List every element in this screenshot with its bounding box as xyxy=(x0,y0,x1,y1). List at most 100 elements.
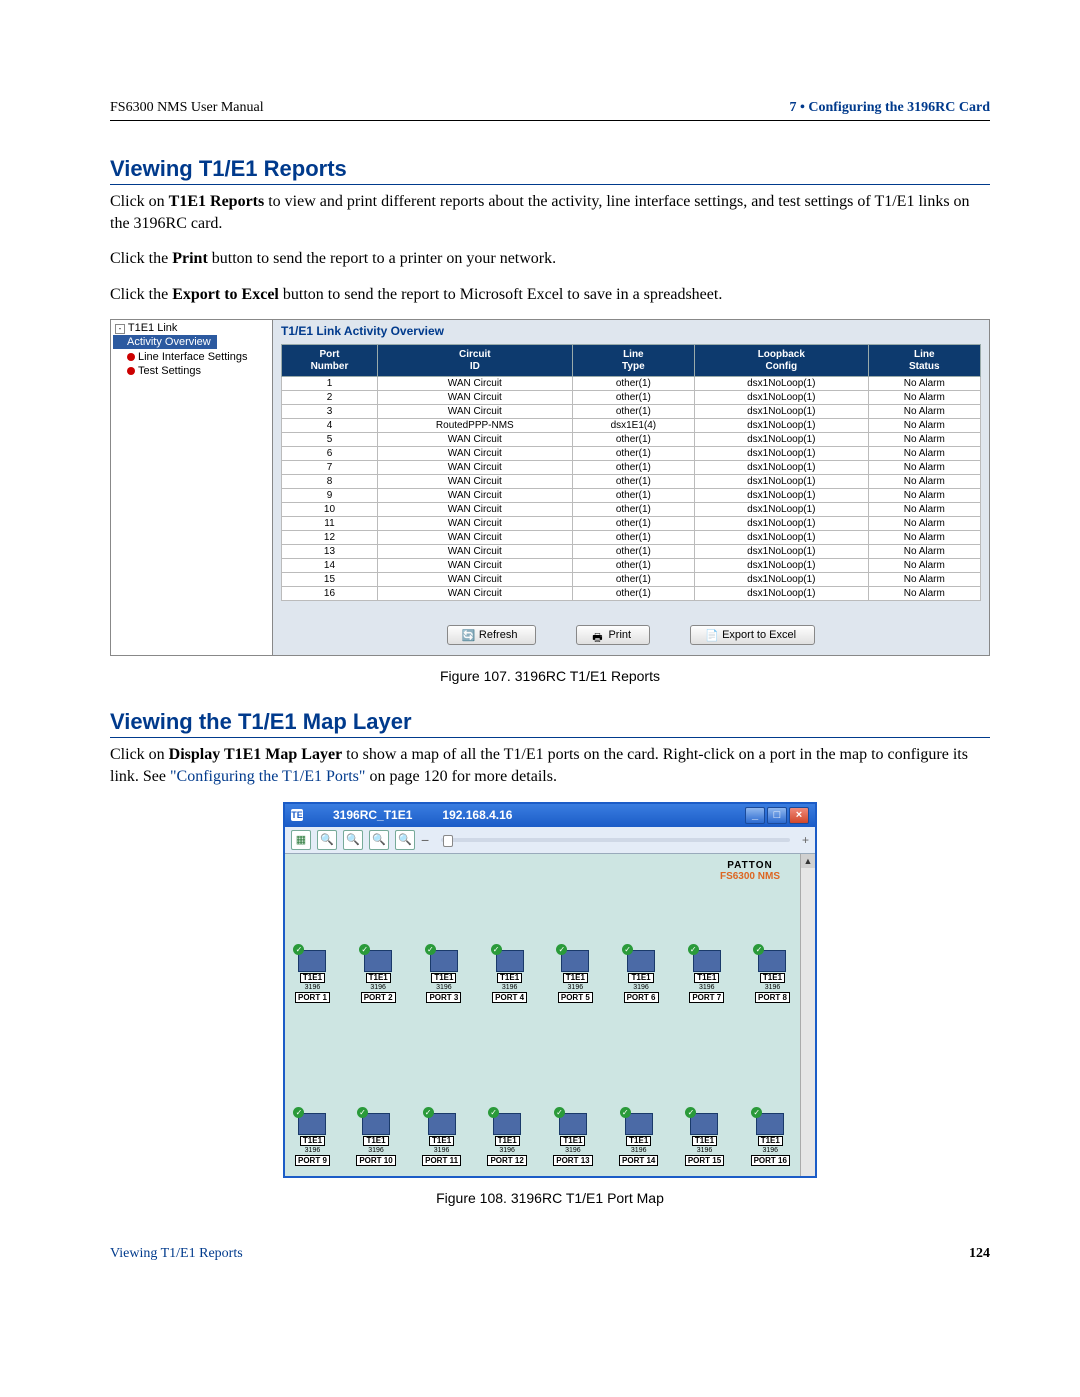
col-loopback: LoopbackConfig xyxy=(695,345,869,377)
para-map: Click on Display T1E1 Map Layer to show … xyxy=(110,744,990,787)
port-port-9[interactable]: ✓T1E13196PORT 9 xyxy=(295,1113,330,1166)
excel-icon: 📄 xyxy=(705,629,717,641)
port-port-3[interactable]: ✓T1E13196PORT 3 xyxy=(426,950,461,1003)
page-footer: Viewing T1/E1 Reports 124 xyxy=(110,1246,990,1262)
table-row[interactable]: 16WAN Circuitother(1)dsx1NoLoop(1)No Ala… xyxy=(282,587,981,601)
table-row[interactable]: 11WAN Circuitother(1)dsx1NoLoop(1)No Ala… xyxy=(282,517,981,531)
table-row[interactable]: 3WAN Circuitother(1)dsx1NoLoop(1)No Alar… xyxy=(282,405,981,419)
minimize-button[interactable]: _ xyxy=(745,807,765,824)
scroll-up-icon[interactable]: ▲ xyxy=(801,854,815,868)
link-configuring-ports[interactable]: "Configuring the T1/E1 Ports" xyxy=(170,768,365,785)
tree-item-activity[interactable]: Activity Overview xyxy=(113,334,270,350)
port-port-6[interactable]: ✓T1E13196PORT 6 xyxy=(624,950,659,1003)
port-t1e1-label: T1E1 xyxy=(497,973,522,983)
port-port-13[interactable]: ✓T1E13196PORT 13 xyxy=(553,1113,592,1166)
port-icon: ✓ xyxy=(693,950,721,972)
port-sub-label: 3196 xyxy=(502,984,518,991)
zoom-slider[interactable] xyxy=(441,838,790,842)
port-port-12[interactable]: ✓T1E13196PORT 12 xyxy=(487,1113,526,1166)
map-canvas: PATTON FS6300 NMS ✓T1E13196PORT 1✓T1E131… xyxy=(285,854,800,1176)
port-number-label: PORT 16 xyxy=(751,1155,790,1166)
cell-loop: dsx1NoLoop(1) xyxy=(695,503,869,517)
table-row[interactable]: 14WAN Circuitother(1)dsx1NoLoop(1)No Ala… xyxy=(282,559,981,573)
page-header: FS6300 NMS User Manual 7 • Configuring t… xyxy=(110,100,990,121)
zoom-thumb[interactable] xyxy=(443,835,453,847)
table-row[interactable]: 7WAN Circuitother(1)dsx1NoLoop(1)No Alar… xyxy=(282,461,981,475)
port-port-10[interactable]: ✓T1E13196PORT 10 xyxy=(356,1113,395,1166)
tree-item-line-interface[interactable]: Line Interface Settings xyxy=(113,350,270,364)
cell-port: 1 xyxy=(282,377,378,391)
port-port-14[interactable]: ✓T1E13196PORT 14 xyxy=(619,1113,658,1166)
cell-port: 16 xyxy=(282,587,378,601)
zoom-out-icon[interactable]: 🔍 xyxy=(343,830,363,850)
cell-status: No Alarm xyxy=(868,573,980,587)
zoom-fit-icon[interactable]: 🔍 xyxy=(395,830,415,850)
cell-status: No Alarm xyxy=(868,545,980,559)
table-row[interactable]: 1WAN Circuitother(1)dsx1NoLoop(1)No Alar… xyxy=(282,377,981,391)
table-row[interactable]: 8WAN Circuitother(1)dsx1NoLoop(1)No Alar… xyxy=(282,475,981,489)
tree-root[interactable]: - T1E1 Link xyxy=(113,322,270,334)
cell-loop: dsx1NoLoop(1) xyxy=(695,405,869,419)
table-row[interactable]: 15WAN Circuitother(1)dsx1NoLoop(1)No Ala… xyxy=(282,573,981,587)
col-port: PortNumber xyxy=(282,345,378,377)
cell-loop: dsx1NoLoop(1) xyxy=(695,419,869,433)
port-port-1[interactable]: ✓T1E13196PORT 1 xyxy=(295,950,330,1003)
port-number-label: PORT 15 xyxy=(685,1155,724,1166)
port-sub-label: 3196 xyxy=(633,984,649,991)
cell-loop: dsx1NoLoop(1) xyxy=(695,573,869,587)
cell-port: 7 xyxy=(282,461,378,475)
tool-icon-1[interactable]: ▦ xyxy=(291,830,311,850)
cell-line: other(1) xyxy=(572,531,694,545)
cell-status: No Alarm xyxy=(868,391,980,405)
table-row[interactable]: 10WAN Circuitother(1)dsx1NoLoop(1)No Ala… xyxy=(282,503,981,517)
report-main: T1/E1 Link Activity Overview PortNumber … xyxy=(273,320,989,655)
print-button[interactable]: 🖶Print xyxy=(576,625,650,645)
report-tree: - T1E1 Link Activity Overview Line Inter… xyxy=(111,320,273,655)
refresh-button[interactable]: 🔄Refresh xyxy=(447,625,537,645)
cell-status: No Alarm xyxy=(868,489,980,503)
zoom-in-icon[interactable]: 🔍 xyxy=(317,830,337,850)
cell-line: other(1) xyxy=(572,475,694,489)
vertical-scrollbar[interactable]: ▲ xyxy=(800,854,815,1176)
port-port-2[interactable]: ✓T1E13196PORT 2 xyxy=(361,950,396,1003)
collapse-icon[interactable]: - xyxy=(115,324,125,334)
cell-port: 3 xyxy=(282,405,378,419)
table-row[interactable]: 5WAN Circuitother(1)dsx1NoLoop(1)No Alar… xyxy=(282,433,981,447)
port-port-15[interactable]: ✓T1E13196PORT 15 xyxy=(685,1113,724,1166)
cell-line: other(1) xyxy=(572,447,694,461)
print-icon: 🖶 xyxy=(591,629,603,641)
cell-status: No Alarm xyxy=(868,587,980,601)
table-row[interactable]: 4RoutedPPP-NMSdsx1E1(4)dsx1NoLoop(1)No A… xyxy=(282,419,981,433)
close-button[interactable]: × xyxy=(789,807,809,824)
port-number-label: PORT 9 xyxy=(295,1155,330,1166)
port-port-7[interactable]: ✓T1E13196PORT 7 xyxy=(689,950,724,1003)
tree-item-test-settings[interactable]: Test Settings xyxy=(113,364,270,378)
cell-status: No Alarm xyxy=(868,517,980,531)
port-port-11[interactable]: ✓T1E13196PORT 11 xyxy=(422,1113,461,1166)
header-left: FS6300 NMS User Manual xyxy=(110,100,264,116)
bullet-icon xyxy=(127,353,135,361)
table-row[interactable]: 12WAN Circuitother(1)dsx1NoLoop(1)No Ala… xyxy=(282,531,981,545)
table-row[interactable]: 9WAN Circuitother(1)dsx1NoLoop(1)No Alar… xyxy=(282,489,981,503)
table-row[interactable]: 2WAN Circuitother(1)dsx1NoLoop(1)No Alar… xyxy=(282,391,981,405)
status-ok-icon: ✓ xyxy=(491,944,502,955)
para-1: Click on T1E1 Reports to view and print … xyxy=(110,191,990,234)
table-row[interactable]: 6WAN Circuitother(1)dsx1NoLoop(1)No Alar… xyxy=(282,447,981,461)
table-row[interactable]: 13WAN Circuitother(1)dsx1NoLoop(1)No Ala… xyxy=(282,545,981,559)
zoom-reset-icon[interactable]: 🔍 xyxy=(369,830,389,850)
port-sub-label: 3196 xyxy=(697,1147,713,1154)
port-number-label: PORT 14 xyxy=(619,1155,658,1166)
port-port-16[interactable]: ✓T1E13196PORT 16 xyxy=(751,1113,790,1166)
port-t1e1-label: T1E1 xyxy=(431,973,456,983)
export-button[interactable]: 📄Export to Excel xyxy=(690,625,815,645)
cell-port: 10 xyxy=(282,503,378,517)
port-port-4[interactable]: ✓T1E13196PORT 4 xyxy=(492,950,527,1003)
port-port-8[interactable]: ✓T1E13196PORT 8 xyxy=(755,950,790,1003)
report-title: T1/E1 Link Activity Overview xyxy=(281,324,981,338)
cell-loop: dsx1NoLoop(1) xyxy=(695,433,869,447)
plus-icon: + xyxy=(802,833,809,847)
port-port-5[interactable]: ✓T1E13196PORT 5 xyxy=(558,950,593,1003)
port-t1e1-label: T1E1 xyxy=(495,1136,520,1146)
maximize-button[interactable]: □ xyxy=(767,807,787,824)
report-table: PortNumber CircuitID LineType LoopbackCo… xyxy=(281,344,981,601)
